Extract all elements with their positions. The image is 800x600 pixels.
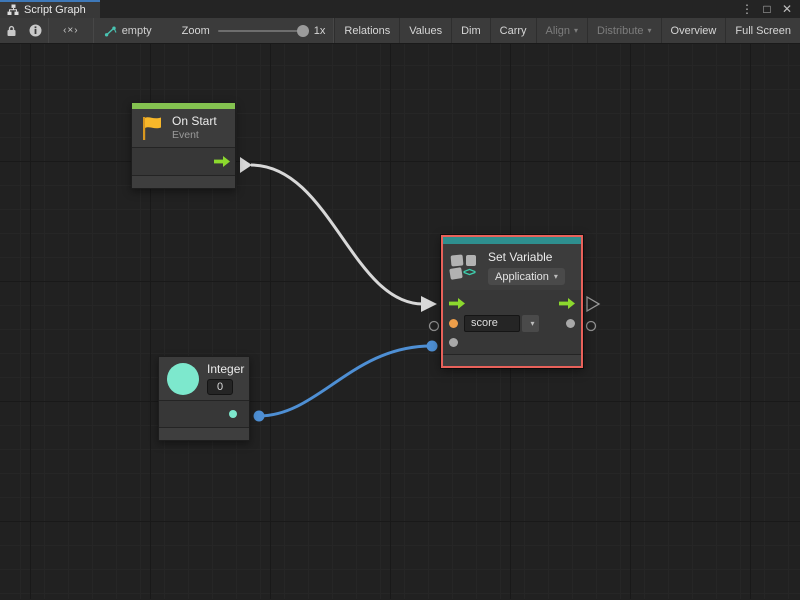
tab-label: Script Graph: [24, 4, 86, 16]
variables-icon: <>: [450, 254, 480, 281]
node-integer[interactable]: Integer 0: [158, 356, 250, 441]
variable-name-dropdown[interactable]: ▾: [522, 315, 539, 332]
chevron-down-icon: ▾: [574, 26, 578, 35]
name-port-row: score ▾: [443, 312, 581, 334]
value-port-row: [443, 334, 581, 354]
flow-port-row: [443, 290, 581, 312]
wire-integer-to-setvariable[interactable]: [259, 346, 431, 416]
node-port-row: [159, 401, 249, 427]
overview-button[interactable]: Overview: [661, 18, 726, 43]
flow-output-port[interactable]: [559, 298, 575, 309]
value-input-port[interactable]: [449, 338, 458, 347]
setvariable-exit-port-outer[interactable]: [587, 297, 599, 311]
code-preview-button[interactable]: ‹×›: [49, 18, 93, 43]
node-header-text: On Start Event: [172, 114, 217, 142]
chevron-down-icon: ▾: [554, 272, 558, 281]
zoom-slider-handle[interactable]: [297, 25, 309, 37]
relations-button[interactable]: Relations: [334, 18, 399, 43]
connection-icon: [104, 25, 117, 37]
integer-value-input[interactable]: 0: [207, 379, 233, 395]
node-footer: [443, 355, 581, 366]
selection-summary: empty: [104, 18, 152, 43]
wire-endpoint[interactable]: [254, 411, 265, 422]
node-header[interactable]: Integer 0: [159, 357, 249, 400]
variable-name-field: score ▾: [464, 315, 539, 332]
chevron-down-icon: ▾: [648, 26, 652, 35]
info-button[interactable]: [23, 18, 48, 43]
variable-name-input[interactable]: score: [464, 315, 520, 332]
window-menu-icon[interactable]: ⋮: [739, 3, 755, 15]
node-header[interactable]: On Start Event: [132, 109, 235, 147]
toolbar-separator: [93, 18, 94, 43]
node-header[interactable]: <> Set Variable Application ▾: [443, 244, 581, 290]
node-header-text: Integer 0: [207, 362, 244, 395]
values-button[interactable]: Values: [399, 18, 451, 43]
info-icon: [29, 24, 42, 37]
toolbar-buttons: Relations Values Dim Carry Align ▾ Distr…: [334, 18, 800, 43]
selection-summary-label: empty: [122, 25, 152, 37]
tab-script-graph[interactable]: Script Graph: [0, 0, 100, 18]
integer-type-icon: [167, 363, 199, 395]
zoom-slider[interactable]: [218, 30, 306, 32]
flag-icon: [140, 115, 164, 142]
maximize-icon[interactable]: □: [759, 3, 775, 15]
fullscreen-button[interactable]: Full Screen: [725, 18, 800, 43]
wire-layer: [0, 44, 800, 599]
node-title: On Start: [172, 114, 217, 129]
title-bar: Script Graph ⋮ □ ✕: [0, 0, 800, 18]
lock-icon: [6, 25, 17, 37]
wire-arrowhead: [421, 296, 437, 312]
wire-endpoint[interactable]: [427, 341, 438, 352]
onstart-exit-port[interactable]: [240, 157, 252, 173]
zoom-label: Zoom: [182, 25, 210, 37]
setvariable-name-port-outer[interactable]: [430, 322, 439, 331]
integer-output-port[interactable]: [229, 410, 237, 418]
node-port-rows: score ▾: [443, 290, 581, 354]
node-on-start[interactable]: On Start Event: [131, 102, 236, 189]
graph-toolbar: ‹×› empty Zoom 1x Relations Values Dim C…: [0, 18, 800, 44]
node-footer: [132, 176, 235, 188]
dim-button[interactable]: Dim: [451, 18, 490, 43]
window-controls: ⋮ □ ✕: [739, 0, 800, 18]
zoom-value: 1x: [314, 25, 326, 37]
distribute-dropdown[interactable]: Distribute ▾: [587, 18, 660, 43]
graph-icon: [7, 4, 19, 16]
carry-button[interactable]: Carry: [490, 18, 536, 43]
close-icon[interactable]: ✕: [779, 3, 795, 15]
wire-onstart-to-setvariable[interactable]: [251, 165, 423, 304]
code-icon: ‹×›: [63, 25, 79, 36]
graph-canvas[interactable]: On Start Event <> Set Variable Applica: [0, 44, 800, 599]
node-port-row: [132, 148, 235, 175]
lock-button[interactable]: [0, 18, 23, 43]
align-dropdown[interactable]: Align ▾: [536, 18, 587, 43]
value-output-port[interactable]: [566, 319, 575, 328]
node-accent-bar: [443, 237, 581, 244]
node-subtitle: Event: [172, 129, 217, 142]
setvariable-output-port-outer[interactable]: [587, 322, 596, 331]
flow-input-port[interactable]: [449, 298, 465, 309]
flow-output-port[interactable]: [214, 156, 230, 167]
scope-value: Application: [495, 271, 549, 283]
chevron-down-icon: ▾: [530, 319, 534, 328]
variable-scope-dropdown[interactable]: Application ▾: [488, 268, 565, 285]
node-title: Set Variable: [488, 250, 565, 265]
variable-name-port[interactable]: [449, 319, 458, 328]
node-header-text: Set Variable Application ▾: [488, 250, 565, 285]
zoom-control: Zoom 1x: [182, 18, 326, 43]
node-title: Integer: [207, 362, 244, 377]
node-set-variable[interactable]: <> Set Variable Application ▾: [441, 235, 583, 368]
node-footer: [159, 428, 249, 440]
